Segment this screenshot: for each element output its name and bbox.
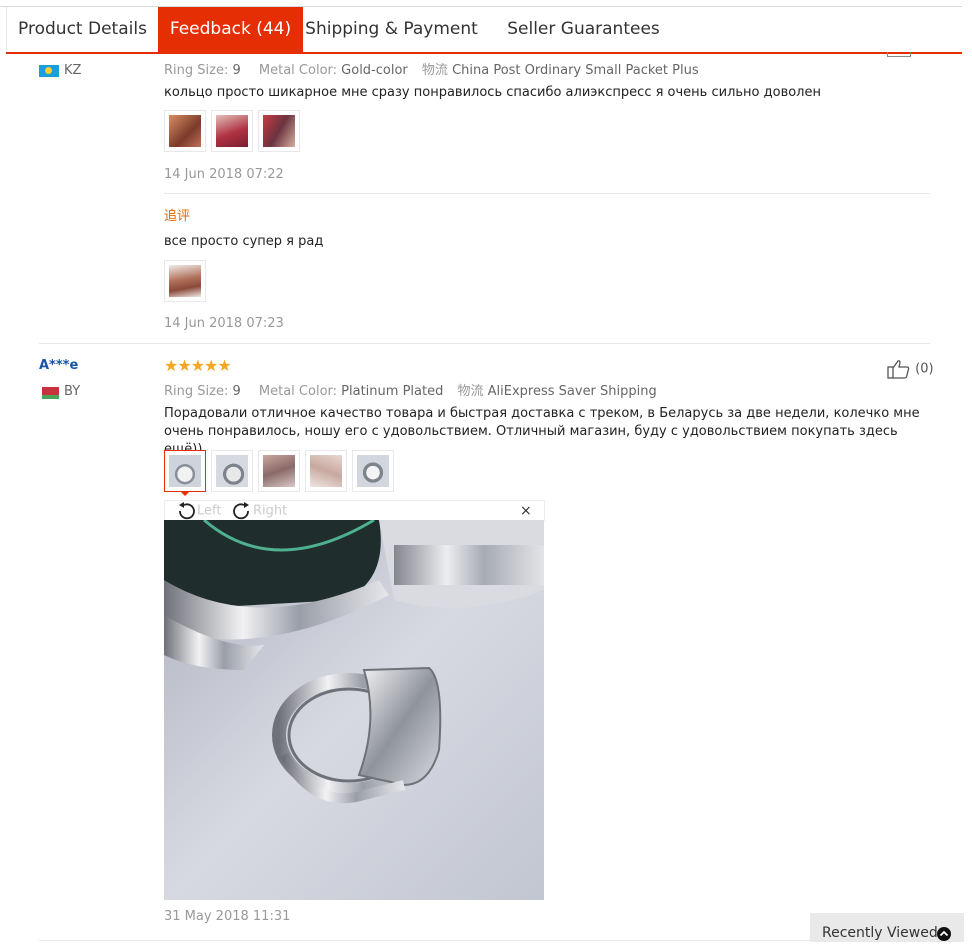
selected-indicator (180, 491, 190, 496)
attr-label: 物流 (457, 384, 484, 399)
attr-value: Gold-color (341, 63, 408, 78)
photo-ring-on-watch (164, 520, 544, 900)
review-photo-thumb-selected[interactable] (164, 450, 206, 492)
review-photo-thumb[interactable] (258, 450, 300, 492)
review-photo-thumb[interactable] (164, 110, 206, 152)
image-viewer-toolbar: Left Right × (164, 500, 545, 521)
review-photo-thumb[interactable] (305, 450, 347, 492)
attr-value: China Post Ordinary Small Packet Plus (452, 63, 699, 78)
tab-seller-guarantees[interactable]: Seller Guarantees (496, 7, 671, 52)
review-text: кольцо просто шикарное мне сразу понрави… (164, 85, 821, 100)
thumbs-up-icon[interactable] (887, 52, 911, 57)
review-divider (39, 940, 930, 941)
review-date: 14 Jun 2018 07:22 (164, 167, 284, 182)
attr-label: Ring Size: (164, 384, 229, 399)
order-attributes: Ring Size: 9 Metal Color: Gold-color 物流 … (164, 59, 699, 78)
tab-product-details[interactable]: Product Details (6, 7, 158, 52)
rotate-left-icon (179, 502, 195, 520)
flag-kz-icon (39, 65, 59, 77)
review-photo-thumb[interactable] (258, 110, 300, 152)
photo-hand-ring (169, 265, 201, 297)
reviewer-name[interactable]: A***e (39, 358, 78, 373)
photo-hand-ring (310, 455, 342, 487)
followup-text: все просто супер я рад (164, 234, 324, 249)
attr-label: Ring Size: (164, 63, 229, 78)
review-photo-large (164, 520, 544, 900)
photo-ring (357, 455, 389, 487)
tab-bar: Product Details Feedback (44) Shipping &… (6, 7, 962, 54)
attr-value: Platinum Plated (341, 384, 444, 399)
followup-label: 追评 (164, 209, 191, 224)
recently-viewed-button[interactable]: Recently Viewed (810, 913, 964, 942)
review-photo-thumb[interactable] (211, 450, 253, 492)
review-photo-thumb[interactable] (352, 450, 394, 492)
photo-hand-ring (263, 455, 295, 487)
recently-viewed-label: Recently Viewed (822, 925, 938, 941)
attr-label: Metal Color: (258, 63, 338, 78)
rotate-left-label: Left (197, 503, 222, 519)
rotate-right-icon (233, 502, 249, 520)
attr-label: Metal Color: (258, 384, 338, 399)
reviewer-country: KZ (64, 63, 82, 78)
flag-by-icon (39, 387, 59, 399)
chevron-up-icon (937, 927, 951, 941)
tab-label: Product Details (18, 19, 147, 39)
rotate-right-button[interactable]: Right (231, 502, 287, 520)
photo-hand-ring (169, 115, 201, 147)
like-button[interactable]: (0) (887, 359, 934, 379)
tab-label: Shipping & Payment (305, 19, 478, 39)
close-icon[interactable]: × (520, 503, 532, 519)
photo-hand-ring (216, 115, 248, 147)
thumbs-up-icon (887, 360, 910, 379)
review-divider (39, 343, 930, 344)
like-count: (0) (915, 361, 934, 377)
tab-label: Feedback (44) (169, 19, 292, 39)
order-attributes: Ring Size: 9 Metal Color: Platinum Plate… (164, 380, 657, 399)
photo-ring (216, 455, 248, 487)
tab-shipping-payment[interactable]: Shipping & Payment (304, 7, 479, 52)
followup-divider (164, 193, 930, 194)
review-photo-thumb[interactable] (211, 110, 253, 152)
tab-label: Seller Guarantees (507, 19, 660, 39)
photo-hand-ring (263, 115, 295, 147)
rotate-left-button[interactable]: Left (175, 502, 221, 520)
followup-photo-thumb[interactable] (164, 260, 206, 302)
rotate-right-label: Right (253, 503, 288, 519)
rating-stars: ★★★★★ (164, 356, 232, 375)
attr-value: 9 (232, 63, 241, 78)
photo-ring (169, 455, 201, 487)
reviewer-country: BY (64, 384, 81, 399)
attr-value: 9 (232, 384, 241, 399)
attr-label: 物流 (421, 63, 448, 78)
review-date: 31 May 2018 11:31 (164, 909, 291, 924)
followup-date: 14 Jun 2018 07:23 (164, 316, 284, 331)
attr-value: AliExpress Saver Shipping (487, 384, 657, 399)
tab-feedback[interactable]: Feedback (44) (158, 7, 303, 52)
